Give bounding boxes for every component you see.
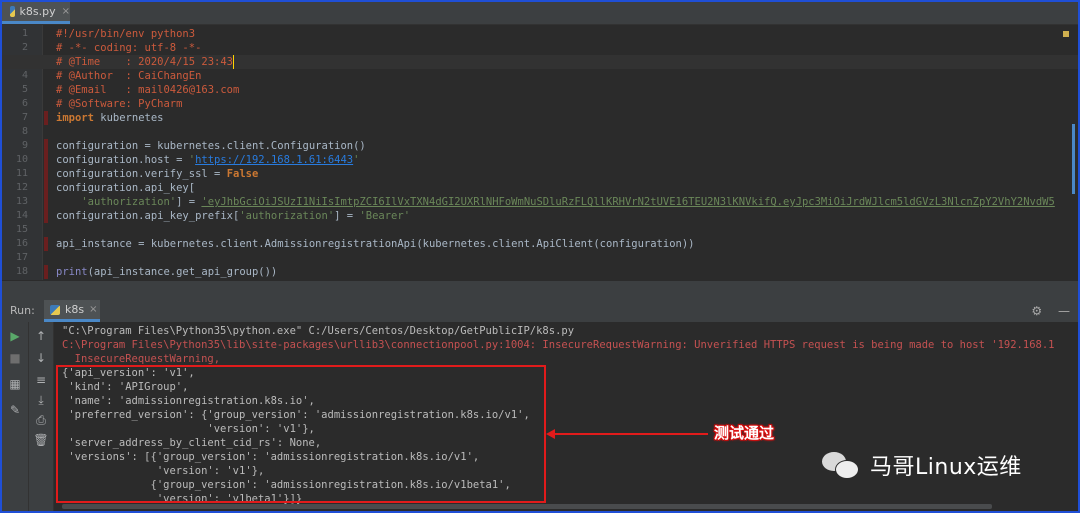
editor-tab-k8s[interactable]: k8s.py × xyxy=(2,2,70,24)
code-line-13: 'authorization'] = 'eyJhbGciOiJSUzI1NiIs… xyxy=(2,195,1078,209)
watermark: 马哥Linux运维 xyxy=(822,449,1022,481)
editor-tab-strip: k8s.py × xyxy=(2,2,1078,25)
trash-icon[interactable]: 🗑 xyxy=(32,432,50,448)
watermark-text: 马哥Linux运维 xyxy=(870,455,1022,480)
editor-scrollbar[interactable] xyxy=(1063,29,1075,276)
code-editor[interactable]: 12345678910111213141516171819 #!/usr/bin… xyxy=(2,25,1078,280)
code-line-6: # @Software: PyCharm xyxy=(56,98,183,110)
code-line-5: # @Email : mail0426@163.com xyxy=(56,84,240,96)
inspection-status-icon[interactable] xyxy=(1063,31,1069,37)
code-line-7: import kubernetes xyxy=(2,111,1078,125)
line-number: 8 xyxy=(21,126,28,137)
code-line-9: configuration = kubernetes.client.Config… xyxy=(2,139,1078,153)
console-line: "C:\Program Files\Python35\python.exe" C… xyxy=(62,325,575,337)
run-tab-k8s[interactable]: k8s × xyxy=(44,300,100,322)
run-toolbar-secondary: ↑ ↓ ≡ ⤓ ⎙ 🗑 xyxy=(29,322,54,511)
scroll-to-end-icon[interactable]: ⤓ xyxy=(32,392,50,408)
rerun-icon[interactable]: ▶ xyxy=(6,328,24,344)
ide-window: k8s.py × 12345678910111213141516171819 #… xyxy=(0,0,1080,513)
python-file-icon xyxy=(10,6,15,17)
code-line-11: configuration.verify_ssl = False xyxy=(2,167,1078,181)
annotation-arrowhead xyxy=(546,429,555,439)
panel-divider[interactable] xyxy=(2,280,1078,301)
code-line-3: # @Time : 2020/4/15 23:43 xyxy=(2,55,1078,69)
up-arrow-icon[interactable]: ↑ xyxy=(32,328,50,344)
soft-wrap-icon[interactable]: ≡ xyxy=(32,372,50,388)
console-line-warning: InsecureRequestWarning, xyxy=(62,353,221,365)
layout-icon[interactable]: ▦ xyxy=(6,376,24,392)
pin-icon[interactable]: ✎ xyxy=(6,402,24,418)
code-line-16: api_instance = kubernetes.client.Admissi… xyxy=(2,237,1078,251)
annotation-label: 测试通过 xyxy=(714,424,775,442)
close-icon[interactable]: × xyxy=(89,304,97,315)
scrollbar-thumb[interactable] xyxy=(1072,124,1075,194)
run-tab-label: k8s xyxy=(65,303,85,316)
minimize-icon[interactable]: — xyxy=(1058,304,1070,318)
line-number: 15 xyxy=(15,224,28,235)
console-horizontal-scrollbar[interactable] xyxy=(62,504,992,509)
annotation-arrow xyxy=(550,433,708,435)
code-line-12: configuration.api_key[ xyxy=(2,181,1078,195)
print-icon[interactable]: ⎙ xyxy=(32,412,50,428)
run-label: Run: xyxy=(10,304,35,317)
close-icon[interactable]: × xyxy=(62,6,70,17)
code-line-10: configuration.host = 'https://192.168.1.… xyxy=(2,153,1078,167)
wechat-icon xyxy=(822,450,862,480)
code-line-1: #!/usr/bin/env python3 xyxy=(56,28,196,40)
code-line-4: # @Author : CaiChangEn xyxy=(56,70,202,82)
code-line-18: print(api_instance.get_api_group()) xyxy=(2,265,1078,279)
run-toolbar-primary: ▶ ■ ▦ ✎ xyxy=(2,322,29,511)
highlight-box xyxy=(56,365,546,503)
editor-tab-label: k8s.py xyxy=(19,5,56,18)
down-arrow-icon[interactable]: ↓ xyxy=(32,350,50,366)
stop-icon[interactable]: ■ xyxy=(6,350,24,366)
code-line-2: # -*- coding: utf-8 -*- xyxy=(56,42,202,54)
line-number: 17 xyxy=(15,252,28,263)
console-line-warning: C:\Program Files\Python35\lib\site-packa… xyxy=(62,339,1055,351)
run-tool-window-header: Run: k8s × ⚙ — xyxy=(2,300,1078,323)
code-line-14: configuration.api_key_prefix['authorizat… xyxy=(2,209,1078,223)
settings-gear-icon[interactable]: ⚙ xyxy=(1031,304,1042,318)
python-file-icon xyxy=(50,304,60,315)
